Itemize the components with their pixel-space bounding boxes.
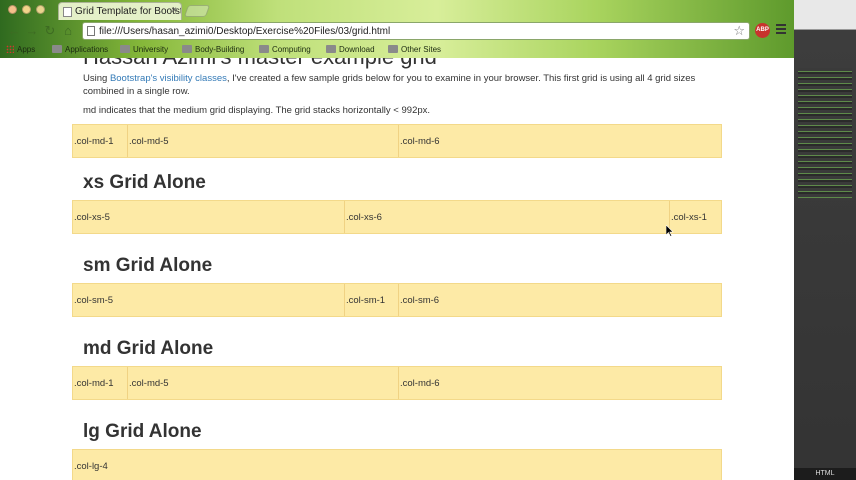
page-viewport: Hassan Azimi's master example grid Using… (0, 58, 794, 480)
grid-row-lg: .col-lg-4 (72, 449, 722, 480)
address-bar[interactable]: file:///Users/hasan_azimi0/Desktop/Exerc… (82, 22, 750, 40)
bookmark-apps[interactable]: Apps (6, 45, 35, 54)
home-icon[interactable]: ⌂ (60, 23, 76, 39)
grid-cell: .col-md-1 (74, 378, 114, 389)
close-window-button[interactable] (8, 5, 17, 14)
section-heading-sm: sm Grid Alone (83, 255, 213, 276)
grid-cell: .col-xs-6 (344, 201, 669, 233)
bookmark-body-building[interactable]: Body-Building (182, 45, 244, 54)
page-title: Hassan Azimi's master example grid (83, 58, 437, 70)
reload-icon[interactable]: ↻ (42, 23, 58, 39)
code-minimap (798, 68, 852, 198)
browser-chrome: Grid Template for Bootstrap × ← → ↻ ⌂ fi… (0, 0, 794, 58)
intro-text: Using Bootstrap's visibility classes, I'… (83, 73, 696, 97)
editor-toolbar (794, 0, 856, 30)
cursor-icon (666, 225, 674, 237)
grid-cell: .col-lg-4 (74, 461, 108, 472)
section-heading-lg: lg Grid Alone (83, 421, 202, 442)
folder-icon (326, 45, 336, 53)
background-editor-window: HTML (794, 0, 856, 480)
address-url: file:///Users/hasan_azimi0/Desktop/Exerc… (99, 26, 391, 37)
folder-icon (182, 45, 192, 53)
visibility-classes-link[interactable]: Bootstrap's visibility classes (110, 73, 227, 84)
apps-icon (6, 45, 14, 53)
grid-cell: .col-md-6 (398, 125, 723, 157)
tab-strip: Grid Template for Bootstrap × (0, 0, 794, 20)
bookmark-university[interactable]: University (120, 45, 168, 54)
grid-cell: .col-xs-5 (74, 212, 110, 223)
folder-icon (259, 45, 269, 53)
grid-row-combined: .col-md-1 .col-md-5 .col-md-6 (72, 124, 722, 158)
back-icon[interactable]: ← (6, 23, 22, 39)
browser-toolbar: ← → ↻ ⌂ file:///Users/hasan_azimi0/Deskt… (0, 20, 794, 42)
file-icon (87, 26, 95, 36)
grid-cell: .col-sm-1 (344, 284, 398, 316)
folder-icon (52, 45, 62, 53)
grid-cell: .col-md-5 (127, 125, 398, 157)
grid-cell: .col-md-1 (74, 136, 114, 147)
folder-icon (120, 45, 130, 53)
tab-title: Grid Template for Bootstrap (75, 6, 182, 17)
forward-icon[interactable]: → (24, 23, 40, 39)
language-mode-label[interactable]: HTML (794, 468, 856, 480)
minimize-window-button[interactable] (22, 5, 31, 14)
tab-close-icon[interactable]: × (171, 5, 177, 16)
bookmark-download[interactable]: Download (326, 45, 375, 54)
bookmark-applications[interactable]: Applications (52, 45, 108, 54)
grid-cell: .col-sm-6 (398, 284, 723, 316)
grid-cell: .col-md-5 (127, 367, 398, 399)
grid-row-sm: .col-sm-5 .col-sm-1 .col-sm-6 (72, 283, 722, 317)
browser-tab[interactable]: Grid Template for Bootstrap × (58, 2, 182, 20)
folder-icon (388, 45, 398, 53)
menu-icon[interactable] (776, 24, 786, 36)
zoom-window-button[interactable] (36, 5, 45, 14)
adblock-icon[interactable]: ABP (755, 23, 770, 38)
grid-cell: .col-sm-5 (74, 295, 114, 306)
md-note: md indicates that the medium grid displa… (83, 105, 431, 116)
grid-cell: .col-xs-1 (669, 201, 723, 233)
page-favicon-icon (63, 7, 72, 17)
section-heading-md: md Grid Alone (83, 338, 214, 359)
grid-row-xs: .col-xs-5 .col-xs-6 .col-xs-1 (72, 200, 722, 234)
section-heading-xs: xs Grid Alone (83, 172, 206, 193)
grid-cell: .col-md-6 (398, 367, 723, 399)
bookmarks-bar: Apps Applications University Body-Buildi… (0, 42, 794, 58)
star-icon[interactable]: ☆ (733, 23, 745, 39)
grid-row-md: .col-md-1 .col-md-5 .col-md-6 (72, 366, 722, 400)
bookmark-computing[interactable]: Computing (259, 45, 311, 54)
bookmark-other-sites[interactable]: Other Sites (388, 45, 441, 54)
new-tab-button[interactable] (183, 5, 211, 17)
